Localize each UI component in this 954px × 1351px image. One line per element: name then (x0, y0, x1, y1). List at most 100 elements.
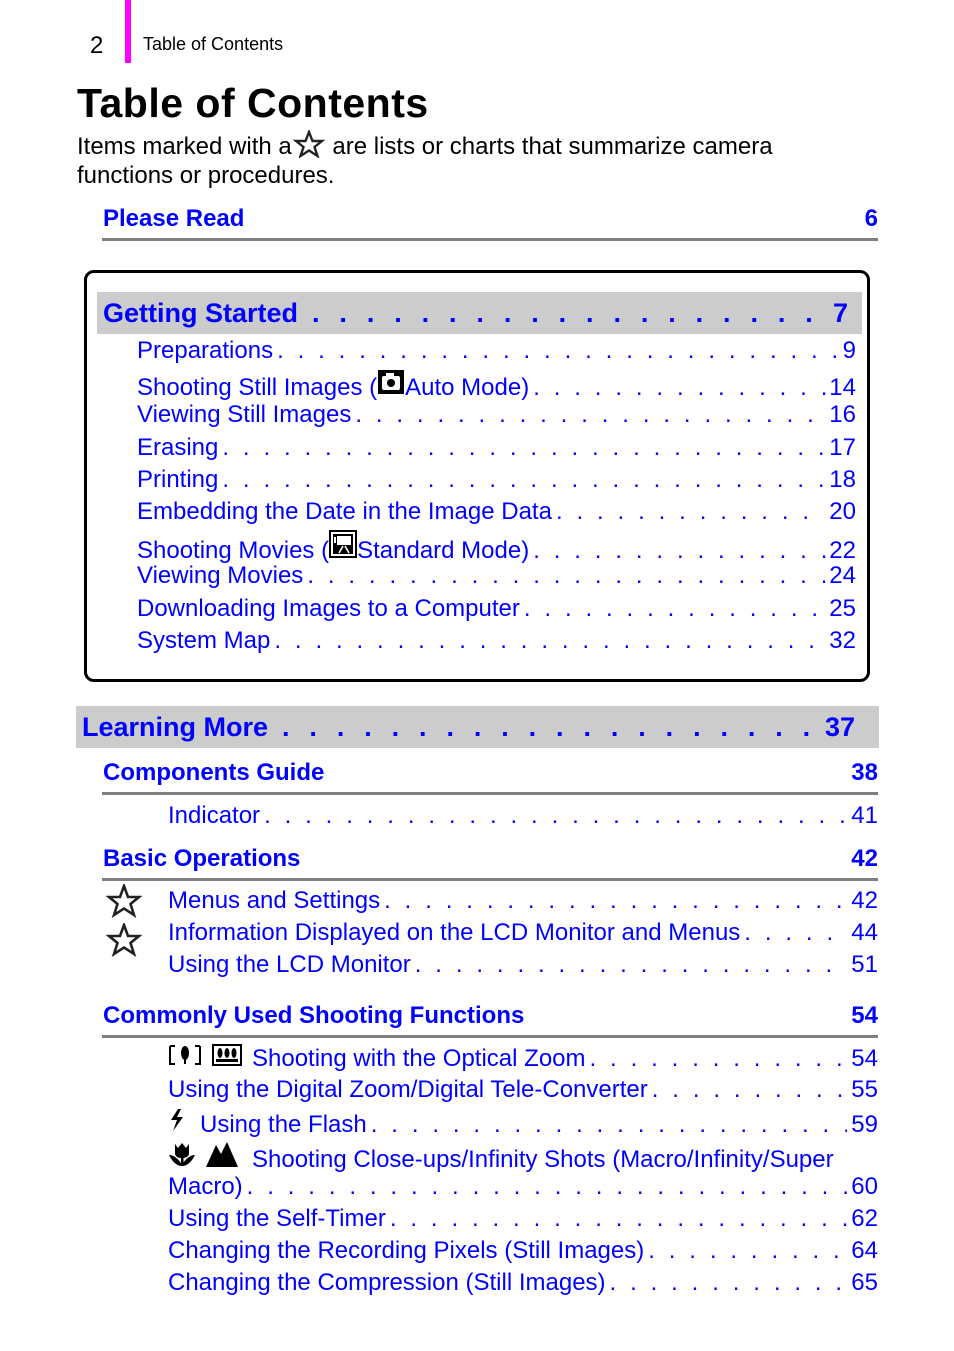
toc-item[interactable]: Using the Digital Zoom/Digital Tele-Conv… (168, 1076, 878, 1108)
toc-item[interactable]: Using the LCD Monitor. . . . . . . . . .… (168, 951, 878, 983)
item-label[interactable]: Menus and Settings (168, 887, 380, 915)
dot-leader: . . . . . . . . . . . . . . . . . . . . … (384, 887, 847, 914)
section-page[interactable]: 6 (865, 205, 878, 233)
dot-leader: . . . . . . . . . . . . . . . . . . . . … (274, 626, 825, 654)
chapter-page[interactable]: 7 (833, 298, 848, 329)
section-label[interactable]: Basic Operations (103, 845, 300, 873)
item-label-cont[interactable]: Standard Mode) (357, 537, 529, 565)
item-label[interactable]: Embedding the Date in the Image Data (137, 498, 552, 526)
toc-item[interactable]: Information Displayed on the LCD Monitor… (168, 919, 878, 951)
toc-section-please-read[interactable]: Please Read 6 (103, 205, 878, 233)
item-label[interactable]: Printing (137, 466, 218, 494)
dot-leader: . . . . . . . . . . . . . . . . . . . . … (523, 594, 825, 622)
dot-leader: . . . . . . . . . . . . . . . . . . . . … (533, 537, 829, 565)
chapter-page[interactable]: 37 (825, 712, 855, 743)
dot-leader: . . . . . . . . . . . . . . . . . . . . … (533, 374, 829, 402)
toc-section-components-guide[interactable]: Components Guide 38 (103, 759, 878, 787)
chapter-label[interactable]: Getting Started (103, 298, 298, 329)
chapter-label[interactable]: Learning More (82, 712, 268, 743)
item-page[interactable]: 51 (847, 951, 878, 979)
toc-item[interactable]: Printing. . . . . . . . . . . . . . . . … (137, 466, 856, 498)
item-page[interactable]: 14 (829, 374, 856, 402)
toc-item-continued[interactable]: Macro). . . . . . . . . . . . . . . . . … (168, 1173, 878, 1205)
item-label[interactable]: Shooting Close-ups/Infinity Shots (Macro… (252, 1146, 834, 1174)
item-page[interactable]: 55 (847, 1076, 878, 1104)
item-label-cont[interactable]: Macro) (168, 1173, 243, 1201)
item-page[interactable]: 9 (839, 337, 856, 365)
section-label[interactable]: Commonly Used Shooting Functions (103, 1002, 524, 1030)
wide-zoom-icon (212, 1044, 242, 1073)
running-header-title: Table of Contents (143, 34, 284, 54)
toc-item[interactable]: Changing the Compression (Still Images).… (168, 1269, 878, 1301)
dot-leader: . . . . . . . . . . . . . . . . . . . . … (282, 711, 825, 742)
item-label[interactable]: Shooting Movies ( (137, 537, 329, 565)
item-label[interactable]: Using the Digital Zoom/Digital Tele-Conv… (168, 1076, 648, 1104)
item-page[interactable]: 24 (825, 562, 856, 590)
toc-item[interactable]: Using the Self-Timer. . . . . . . . . . … (168, 1205, 878, 1237)
item-page[interactable]: 62 (847, 1205, 878, 1233)
toc-item[interactable]: Using the Flash. . . . . . . . . . . . .… (168, 1108, 878, 1140)
item-label[interactable]: Indicator (168, 802, 260, 830)
item-page[interactable]: 16 (825, 401, 856, 429)
dot-leader: . . . . . . . . . . . . . . . . . . . . … (246, 1172, 848, 1200)
item-page[interactable]: 44 (847, 919, 878, 947)
item-label[interactable]: Preparations (137, 337, 273, 365)
toc-item[interactable]: Preparations. . . . . . . . . . . . . . … (137, 337, 856, 369)
toc-item[interactable]: Shooting Movies ( Standard Mode). . . . … (137, 530, 856, 565)
dot-leader: . . . . . . . . . . . . . . . . . . . . … (389, 1204, 847, 1232)
header-accent-bar (125, 0, 131, 63)
toc-item[interactable]: Erasing. . . . . . . . . . . . . . . . .… (137, 434, 856, 466)
item-label-cont[interactable]: Auto Mode) (405, 374, 529, 402)
section-page[interactable]: 42 (851, 845, 878, 873)
item-page[interactable]: 25 (825, 595, 856, 623)
item-label[interactable]: Erasing (137, 434, 218, 462)
section-page[interactable]: 38 (851, 759, 878, 787)
toc-item[interactable]: Shooting Close-ups/Infinity Shots (Macro… (168, 1141, 878, 1173)
item-page[interactable]: 22 (829, 537, 856, 565)
infinity-icon (206, 1141, 238, 1174)
toc-section-basic-operations[interactable]: Basic Operations 42 (103, 845, 878, 873)
item-page[interactable]: 59 (847, 1111, 878, 1139)
toc-chapter-getting-started[interactable]: Getting Started . . . . . . . . . . . . … (97, 292, 862, 334)
toc-item[interactable]: Viewing Movies. . . . . . . . . . . . . … (137, 562, 856, 594)
section-label[interactable]: Please Read (103, 205, 244, 233)
item-page[interactable]: 20 (825, 498, 856, 526)
toc-item[interactable]: Viewing Still Images. . . . . . . . . . … (137, 401, 856, 433)
item-label[interactable]: Using the Flash (200, 1111, 367, 1139)
item-label[interactable]: Shooting with the Optical Zoom (252, 1045, 586, 1073)
item-label[interactable]: Shooting Still Images ( (137, 374, 377, 402)
toc-item[interactable]: Menus and Settings. . . . . . . . . . . … (168, 887, 878, 919)
toc-item[interactable]: Embedding the Date in the Image Data. . … (137, 498, 856, 530)
item-label[interactable]: Using the LCD Monitor (168, 951, 411, 979)
section-page[interactable]: 54 (851, 1002, 878, 1030)
item-label[interactable]: System Map (137, 627, 270, 655)
item-page[interactable]: 64 (847, 1237, 878, 1265)
item-page[interactable]: 42 (847, 887, 878, 915)
toc-item[interactable]: Shooting Still Images ( Auto Mode). . . … (137, 369, 856, 401)
item-page[interactable]: 65 (847, 1269, 878, 1297)
item-label[interactable]: Changing the Recording Pixels (Still Ima… (168, 1237, 644, 1265)
section-label[interactable]: Components Guide (103, 759, 324, 787)
item-label[interactable]: Using the Self-Timer (168, 1205, 386, 1233)
item-page[interactable]: 17 (825, 434, 856, 462)
toc-section-shooting-functions[interactable]: Commonly Used Shooting Functions 54 (103, 1002, 878, 1030)
dot-leader: . . . . . . . . . . . . . . . . . . . . … (648, 1237, 847, 1265)
item-label[interactable]: Changing the Compression (Still Images) (168, 1269, 606, 1297)
dot-leader: . . . . . . . . . . . . . . . . . . . . … (414, 951, 848, 979)
item-page[interactable]: 32 (825, 627, 856, 655)
toc-item[interactable]: Changing the Recording Pixels (Still Ima… (168, 1237, 878, 1269)
toc-item[interactable]: Downloading Images to a Computer. . . . … (137, 595, 856, 627)
item-page[interactable]: 54 (847, 1045, 878, 1073)
toc-item[interactable]: Indicator. . . . . . . . . . . . . . . .… (168, 802, 878, 834)
toc-chapter-learning-more[interactable]: Learning More . . . . . . . . . . . . . … (76, 706, 879, 748)
item-label[interactable]: Information Displayed on the LCD Monitor… (168, 919, 740, 947)
item-page[interactable]: 60 (847, 1173, 878, 1201)
item-label[interactable]: Viewing Still Images (137, 401, 351, 429)
item-page[interactable]: 41 (847, 802, 878, 830)
toc-item[interactable]: System Map. . . . . . . . . . . . . . . … (137, 627, 856, 659)
item-page[interactable]: 18 (825, 466, 856, 494)
toc-item[interactable]: Shooting with the Optical Zoom. . . . . … (168, 1044, 878, 1076)
item-label[interactable]: Viewing Movies (137, 562, 303, 590)
item-label[interactable]: Downloading Images to a Computer (137, 595, 520, 623)
dot-leader: . . . . . . . . . . . . . . . . . . . . … (609, 1269, 848, 1297)
